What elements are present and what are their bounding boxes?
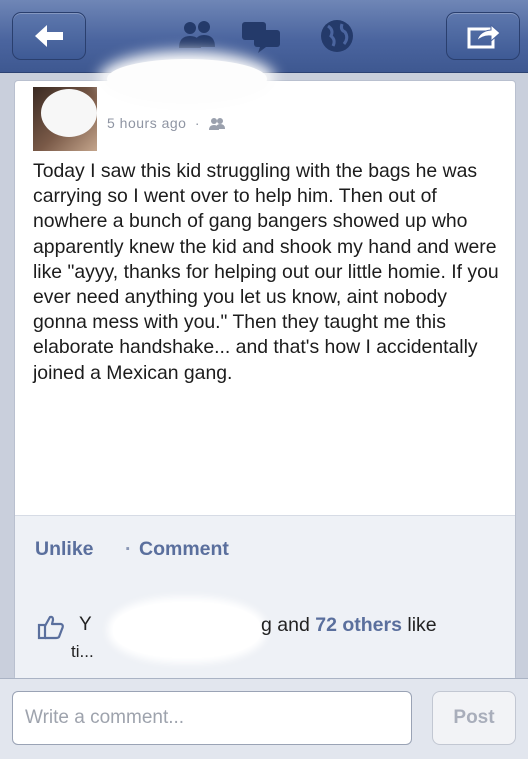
friends-icon	[209, 118, 226, 131]
friend-requests-icon[interactable]	[176, 18, 220, 59]
likes-text-and: g and	[261, 614, 310, 636]
avatar[interactable]	[33, 87, 97, 151]
actions-separator: ·	[125, 538, 132, 560]
meta-separator: ·	[194, 115, 201, 131]
likes-summary[interactable]: Y ti... g and 72 others like	[15, 588, 515, 679]
post-card: 5 hours ago · Today I saw this kid strug…	[14, 59, 516, 680]
back-button[interactable]	[12, 12, 86, 60]
notifications-globe-icon[interactable]	[316, 16, 358, 61]
post-timestamp[interactable]: 5 hours ago	[107, 115, 186, 131]
post-comment-button[interactable]: Post	[432, 691, 516, 745]
comment-input[interactable]	[12, 691, 412, 745]
share-icon	[467, 23, 501, 49]
thumbs-up-icon	[37, 615, 64, 640]
back-arrow-icon	[35, 25, 63, 47]
avatar-redaction	[41, 89, 97, 137]
top-nav-bar	[0, 0, 528, 73]
post-body-text: Today I saw this kid struggling with the…	[33, 160, 499, 384]
likes-text-start: Y	[79, 614, 92, 635]
post-actions: Unlike · Comment	[15, 515, 515, 589]
likes-others-link[interactable]: 72 others	[315, 614, 402, 636]
likers-redaction	[113, 602, 261, 658]
post-meta: 5 hours ago ·	[107, 115, 226, 131]
unlike-button[interactable]: Unlike	[35, 538, 94, 561]
likes-text-wrap: ti...	[71, 642, 94, 661]
comment-composer: Post	[0, 678, 528, 759]
comment-button[interactable]: Comment	[139, 538, 229, 561]
likes-text-like: like	[407, 614, 437, 636]
author-name-redaction	[107, 59, 267, 99]
messages-icon[interactable]	[238, 18, 284, 59]
share-button[interactable]	[446, 12, 520, 60]
likes-text: g and 72 others like	[261, 614, 437, 637]
